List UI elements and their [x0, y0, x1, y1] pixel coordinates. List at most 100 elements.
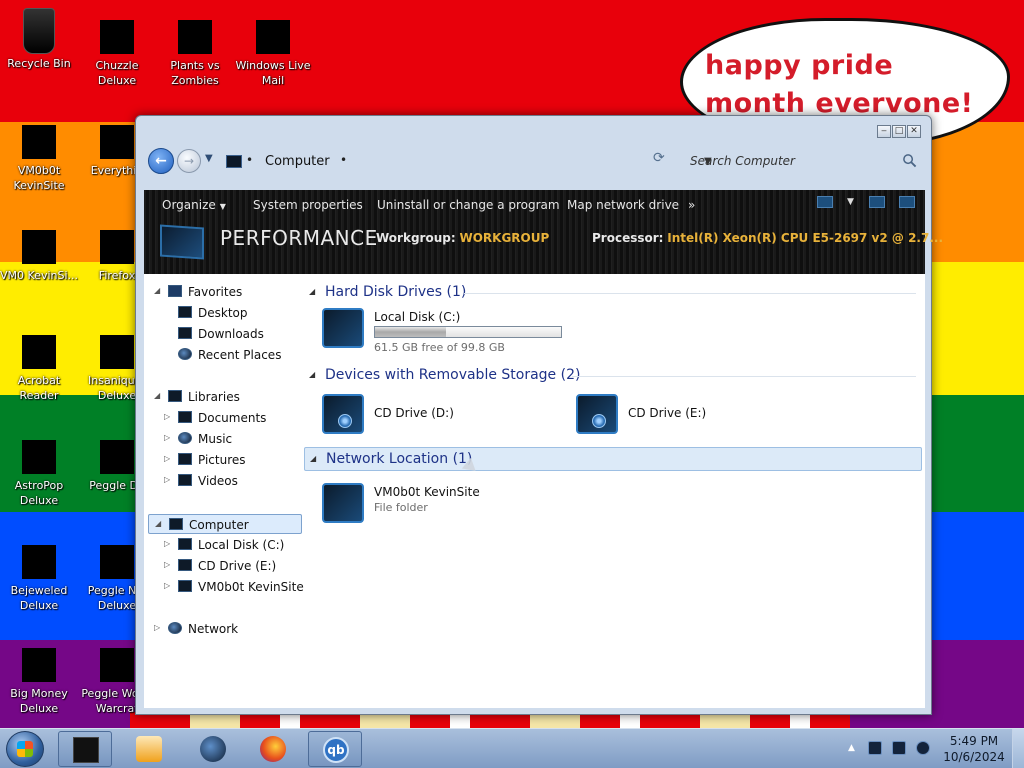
content-area: ◢ Favorites Desktop Downloads Recent Pla… — [144, 274, 925, 708]
desktop-icon-plants-vs-zombies[interactable]: Plants vs Zombies — [156, 20, 234, 88]
organize-button[interactable]: Organize ▼ — [162, 198, 226, 212]
minimize-button[interactable]: ‒ — [877, 125, 891, 138]
desktop-icon-vm0b0t-kevinsite[interactable]: VM0b0t KevinSite — [0, 125, 78, 193]
more-commands-button[interactable]: » — [688, 198, 695, 212]
desktop-icon-astropop[interactable]: AstroPop Deluxe — [0, 440, 78, 508]
desktop-icon-recycle-bin[interactable]: Recycle Bin — [0, 8, 78, 71]
tray-app-icon[interactable] — [868, 741, 882, 755]
desktop-icon-windows-live-mail[interactable]: Windows Live Mail — [234, 20, 312, 88]
nav-item-label: Computer — [189, 518, 249, 532]
expand-arrow-icon[interactable]: ▷ — [164, 433, 170, 442]
peggle-nights-icon — [100, 545, 134, 579]
taskbar-firefox-button[interactable] — [246, 731, 300, 767]
desktop-icon-acrobat-reader[interactable]: Acrobat Reader — [0, 335, 78, 403]
drive-item-local-disk-c[interactable]: Local Disk (C:) 61.5 GB free of 99.8 GB — [304, 304, 604, 354]
nav-item-videos[interactable]: ▷ Videos — [158, 471, 312, 491]
maximize-button[interactable]: □ — [892, 125, 906, 138]
nav-item-music[interactable]: ▷ Music — [158, 429, 312, 449]
expand-arrow-icon[interactable]: ◢ — [154, 286, 160, 295]
desktop-icon-big-money[interactable]: Big Money Deluxe — [0, 648, 78, 716]
nav-item-label: Downloads — [198, 327, 264, 341]
nav-item-recent-places[interactable]: Recent Places — [158, 345, 312, 365]
expand-arrow-icon[interactable]: ▷ — [154, 623, 160, 632]
nav-item-cd-drive-e[interactable]: ▷ CD Drive (E:) — [158, 556, 312, 576]
drive-item-cd-drive-e[interactable]: CD Drive (E:) — [558, 390, 808, 440]
network-item-vm-site[interactable]: VM0b0t KevinSite File folder — [304, 479, 554, 529]
expand-arrow-icon[interactable]: ▷ — [164, 539, 170, 548]
nav-item-libraries[interactable]: ◢ Libraries — [148, 387, 302, 407]
taskbar-media-player-button[interactable] — [122, 731, 176, 767]
view-dropdown-icon[interactable]: ▼ — [847, 196, 855, 208]
desktop-icon-vm0-kevinsite[interactable]: VM0 KevinSi... — [0, 230, 78, 283]
show-hidden-icons-icon[interactable]: ▲ — [848, 743, 855, 753]
search-box[interactable]: Search Computer — [680, 149, 923, 175]
map-network-drive-button[interactable]: Map network drive — [567, 198, 679, 212]
nav-item-documents[interactable]: ▷ Documents — [158, 408, 312, 428]
processor-label: Processor: — [592, 231, 664, 245]
back-button[interactable]: ← — [148, 148, 174, 174]
organize-label: Organize — [162, 198, 216, 212]
astropop-icon — [22, 440, 56, 474]
system-properties-button[interactable]: System properties — [253, 198, 363, 212]
network-status-icon[interactable] — [892, 741, 906, 755]
nav-item-downloads[interactable]: Downloads — [158, 324, 312, 344]
desktop-icon-chuzzle[interactable]: Chuzzle Deluxe — [78, 20, 156, 88]
caption-buttons: ‒ □ ✕ — [877, 125, 921, 138]
drive-item-cd-drive-d[interactable]: CD Drive (D:) — [304, 390, 554, 440]
nav-item-network[interactable]: ▷ Network — [148, 619, 302, 639]
nav-item-desktop[interactable]: Desktop — [158, 303, 312, 323]
desktop-icon-bejeweled[interactable]: Bejeweled Deluxe — [0, 545, 78, 613]
expand-arrow-icon[interactable]: ◢ — [155, 519, 161, 528]
uninstall-program-button[interactable]: Uninstall or change a program — [377, 198, 560, 212]
taskbar-explorer-button[interactable] — [58, 731, 112, 767]
expand-arrow-icon[interactable]: ▷ — [164, 475, 170, 484]
collapse-arrow-icon[interactable]: ◢ — [309, 287, 315, 296]
forward-button[interactable]: → — [177, 149, 201, 173]
help-icon[interactable] — [899, 196, 915, 208]
taskbar-network-button[interactable] — [186, 731, 240, 767]
taskbar: qb ▲ 5:49 PM 10/6/2024 — [0, 728, 1024, 768]
close-button[interactable]: ✕ — [907, 125, 921, 138]
videos-icon — [178, 474, 192, 486]
disc-icon — [338, 414, 352, 428]
desktop-icon — [178, 306, 192, 318]
volume-icon[interactable] — [916, 741, 930, 755]
nav-item-label: Recent Places — [198, 348, 282, 362]
group-header-hard-disk-drives[interactable]: ◢ Hard Disk Drives (1) — [304, 281, 922, 305]
refresh-icon[interactable]: ⟳ — [653, 150, 665, 166]
start-button[interactable] — [6, 731, 44, 767]
show-desktop-button[interactable] — [1012, 729, 1024, 768]
nav-item-computer[interactable]: ◢ Computer — [148, 514, 302, 534]
cd-drive-icon — [178, 559, 192, 571]
star-icon — [168, 285, 182, 297]
nav-item-favorites[interactable]: ◢ Favorites — [148, 282, 302, 302]
desktop-icon-label: VM0b0t KevinSite — [13, 164, 65, 192]
expand-arrow-icon[interactable]: ◢ — [154, 391, 160, 400]
breadcrumb-separator[interactable]: • — [340, 153, 347, 167]
breadcrumb-computer[interactable]: Computer — [265, 154, 330, 169]
search-input[interactable]: Search Computer — [690, 154, 795, 168]
nav-item-pictures[interactable]: ▷ Pictures — [158, 450, 312, 470]
preview-pane-icon[interactable] — [869, 196, 885, 208]
expand-arrow-icon[interactable]: ▷ — [164, 412, 170, 421]
breadcrumb-separator[interactable]: • — [246, 153, 253, 167]
banner-title: PERFORMANCE — [220, 226, 378, 250]
change-view-icon[interactable] — [817, 196, 833, 208]
clock[interactable]: 5:49 PM 10/6/2024 — [934, 733, 1014, 765]
expand-arrow-icon[interactable]: ▷ — [164, 581, 170, 590]
collapse-arrow-icon[interactable]: ◢ — [310, 454, 316, 463]
cd-drive-icon — [576, 394, 618, 434]
address-bar[interactable]: • Computer • ▼ — [220, 149, 712, 175]
taskbar-qbittorrent-button[interactable]: qb — [308, 731, 362, 767]
search-icon[interactable] — [902, 153, 917, 168]
expand-arrow-icon[interactable]: ▷ — [164, 454, 170, 463]
nav-item-local-disk-c[interactable]: ▷ Local Disk (C:) — [158, 535, 312, 555]
collapse-arrow-icon[interactable]: ◢ — [309, 370, 315, 379]
nav-item-vm-site[interactable]: ▷ VM0b0t KevinSite — [158, 577, 312, 597]
group-header-network-location[interactable]: ◢ Network Location (1) — [304, 447, 922, 471]
nav-item-label: Libraries — [188, 390, 240, 404]
expand-arrow-icon[interactable]: ▷ — [164, 560, 170, 569]
network-folder-icon — [178, 580, 192, 592]
group-header-removable-storage[interactable]: ◢ Devices with Removable Storage (2) — [304, 364, 922, 388]
recent-pages-dropdown[interactable]: ▼ — [205, 153, 213, 164]
